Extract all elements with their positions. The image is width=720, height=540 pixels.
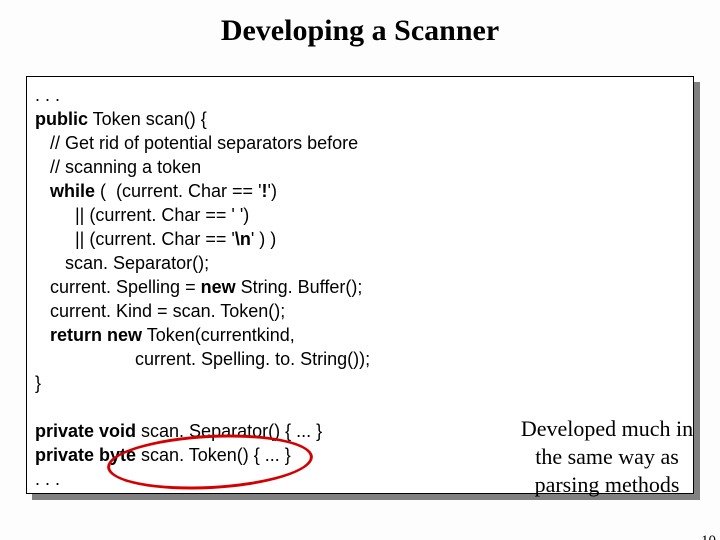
code-text: scan. Token() { ... } bbox=[136, 445, 291, 465]
code-content: . . . public Token scan() { // Get rid o… bbox=[35, 83, 370, 491]
page-number: 10 bbox=[701, 533, 716, 540]
kw-return-new: return new bbox=[35, 325, 142, 345]
annotation-note: Developed much in the same way as parsin… bbox=[507, 415, 707, 499]
code-line: // scanning a token bbox=[35, 157, 201, 177]
code-text: ' ) ) bbox=[251, 229, 276, 249]
kw-private-void: private void bbox=[35, 421, 136, 441]
code-line: current. Kind = scan. Token(); bbox=[35, 301, 285, 321]
lit-newline: \n bbox=[235, 229, 251, 249]
code-text: scan. Separator() { ... } bbox=[136, 421, 322, 441]
kw-public: public bbox=[35, 109, 88, 129]
code-line: current. Spelling. to. String()); bbox=[35, 349, 370, 369]
code-text: Token scan() { bbox=[88, 109, 207, 129]
code-line: . . . bbox=[35, 85, 60, 105]
kw-while: while bbox=[35, 181, 95, 201]
code-line: scan. Separator(); bbox=[35, 253, 209, 273]
kw-private-byte: private byte bbox=[35, 445, 136, 465]
code-line: } bbox=[35, 373, 41, 393]
code-line: || (current. Char == ' ') bbox=[35, 205, 249, 225]
code-text: || (current. Char == ' bbox=[35, 229, 235, 249]
code-text: Token(currentkind, bbox=[142, 325, 295, 345]
kw-new: new bbox=[201, 277, 236, 297]
slide-title: Developing a Scanner bbox=[0, 14, 720, 48]
code-box-panel: . . . public Token scan() { // Get rid o… bbox=[26, 76, 694, 494]
code-text: current. Spelling = bbox=[35, 277, 201, 297]
code-text: ') bbox=[268, 181, 277, 201]
code-line: . . . bbox=[35, 469, 60, 489]
code-line: // Get rid of potential separators befor… bbox=[35, 133, 358, 153]
code-text: String. Buffer(); bbox=[236, 277, 363, 297]
code-text: ( (current. Char == ' bbox=[95, 181, 262, 201]
code-box: . . . public Token scan() { // Get rid o… bbox=[26, 76, 694, 494]
